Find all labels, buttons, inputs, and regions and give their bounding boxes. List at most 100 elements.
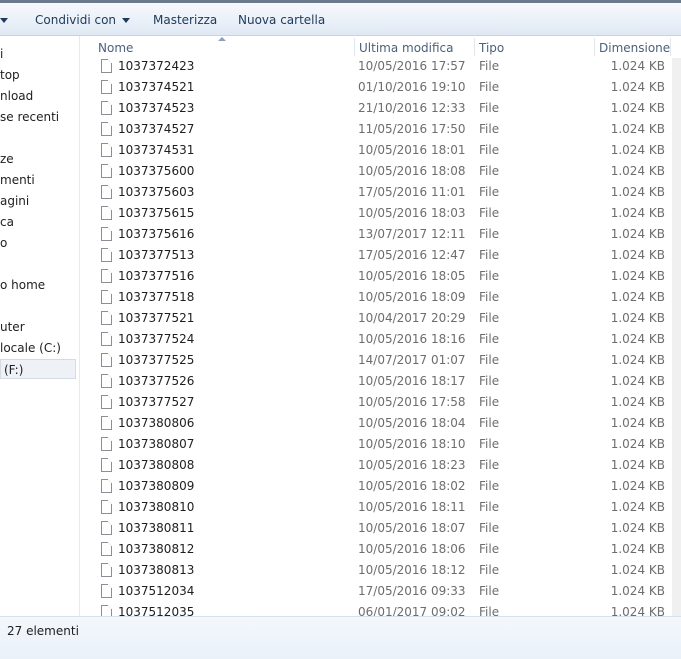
file-type: File (479, 563, 500, 577)
file-name: 1037375616 (118, 227, 195, 241)
file-type: File (479, 479, 500, 493)
command-bar: Condividi con Masterizza Nuova cartella (0, 0, 681, 36)
file-row[interactable]: 1037375616 13/07/2017 12:11 File 1.024 KB (80, 224, 681, 245)
file-size: 1.024 KB (610, 521, 665, 535)
file-icon (101, 563, 112, 577)
file-type: File (479, 101, 500, 115)
file-row[interactable]: 1037377518 10/05/2016 18:09 File 1.024 KB (80, 287, 681, 308)
file-modified: 11/05/2016 17:50 (358, 122, 466, 136)
file-row[interactable]: 1037375615 10/05/2016 18:03 File 1.024 KB (80, 203, 681, 224)
file-icon (101, 248, 112, 262)
file-row[interactable]: 1037512034 17/05/2016 09:33 File 1.024 KB (80, 581, 681, 602)
column-header-modified[interactable]: Ultima modifica (355, 36, 474, 58)
file-row[interactable]: 1037377513 17/05/2016 12:47 File 1.024 KB (80, 245, 681, 266)
file-icon (101, 584, 112, 598)
file-row[interactable]: 1037380808 10/05/2016 18:23 File 1.024 KB (80, 455, 681, 476)
file-row[interactable]: 1037380807 10/05/2016 18:10 File 1.024 KB (80, 434, 681, 455)
file-row[interactable]: 1037377526 10/05/2016 18:17 File 1.024 KB (80, 371, 681, 392)
nav-item[interactable]: agini (0, 191, 29, 211)
chevron-down-icon (122, 18, 131, 23)
file-modified: 10/05/2016 18:04 (358, 416, 466, 430)
file-type: File (479, 416, 500, 430)
file-row[interactable]: 1037377527 10/05/2016 17:58 File 1.024 KB (80, 392, 681, 413)
nav-item[interactable]: locale (C:) (0, 338, 61, 358)
share-label: Condividi con (35, 13, 117, 27)
nav-item[interactable]: o (0, 233, 7, 253)
file-modified: 10/05/2016 18:11 (358, 500, 466, 514)
nav-item[interactable]: se recenti (0, 107, 59, 127)
nav-item[interactable]: ze (0, 149, 14, 169)
file-size: 1.024 KB (610, 164, 665, 178)
column-header-name[interactable]: Nome (94, 36, 354, 58)
file-modified: 10/05/2016 18:10 (358, 437, 466, 451)
burn-button[interactable]: Masterizza (153, 11, 217, 29)
file-row[interactable]: 1037377521 10/04/2017 20:29 File 1.024 KB (80, 308, 681, 329)
nav-item[interactable]: (F:) (0, 359, 76, 379)
file-icon (101, 374, 112, 388)
file-icon (101, 101, 112, 115)
file-modified: 10/04/2017 20:29 (358, 311, 466, 325)
file-row[interactable]: 1037380806 10/05/2016 18:04 File 1.024 KB (80, 413, 681, 434)
file-name: 1037380813 (118, 563, 195, 577)
file-name: 1037380808 (118, 458, 195, 472)
file-row[interactable]: 1037377524 10/05/2016 18:16 File 1.024 KB (80, 329, 681, 350)
file-size: 1.024 KB (610, 143, 665, 157)
file-icon (101, 542, 112, 556)
file-row[interactable]: 1037380813 10/05/2016 18:12 File 1.024 KB (80, 560, 681, 581)
file-row[interactable]: 1037377525 14/07/2017 01:07 File 1.024 KB (80, 350, 681, 371)
file-size: 1.024 KB (610, 101, 665, 115)
share-button[interactable]: Condividi con (35, 11, 131, 29)
file-type: File (479, 374, 500, 388)
column-header-size[interactable]: Dimensione (595, 36, 675, 58)
column-header-type[interactable]: Tipo (475, 36, 594, 58)
file-size: 1.024 KB (610, 227, 665, 241)
file-size: 1.024 KB (610, 500, 665, 514)
organize-dropdown-button[interactable] (0, 11, 8, 29)
column-divider[interactable] (670, 38, 671, 56)
file-row[interactable]: 1037380810 10/05/2016 18:11 File 1.024 KB (80, 497, 681, 518)
nav-item[interactable]: ca (0, 212, 14, 232)
file-modified: 10/05/2016 17:58 (358, 395, 466, 409)
file-row[interactable]: 1037374521 01/10/2016 19:10 File 1.024 KB (80, 77, 681, 98)
file-row[interactable]: 1037374531 10/05/2016 18:01 File 1.024 KB (80, 140, 681, 161)
nav-item[interactable]: o home (0, 275, 45, 295)
nav-item[interactable]: nload (0, 86, 33, 106)
file-row[interactable]: 1037375600 10/05/2016 18:08 File 1.024 KB (80, 161, 681, 182)
file-row[interactable]: 1037380811 10/05/2016 18:07 File 1.024 KB (80, 518, 681, 539)
file-row[interactable]: 1037375603 17/05/2016 11:01 File 1.024 KB (80, 182, 681, 203)
file-size: 1.024 KB (610, 59, 665, 73)
file-size: 1.024 KB (610, 542, 665, 556)
file-row[interactable]: 1037377516 10/05/2016 18:05 File 1.024 KB (80, 266, 681, 287)
vertical-scrollbar[interactable] (672, 58, 681, 616)
file-type: File (479, 80, 500, 94)
file-icon (101, 311, 112, 325)
file-row[interactable]: 1037380809 10/05/2016 18:02 File 1.024 KB (80, 476, 681, 497)
file-row[interactable]: 1037374523 21/10/2016 12:33 File 1.024 KB (80, 98, 681, 119)
status-bar: 27 elementi (0, 616, 681, 659)
file-type: File (479, 458, 500, 472)
file-name: 1037377525 (118, 353, 195, 367)
file-type: File (479, 227, 500, 241)
file-row[interactable]: 1037380812 10/05/2016 18:06 File 1.024 KB (80, 539, 681, 560)
nav-item[interactable]: uter (0, 317, 25, 337)
file-modified: 10/05/2016 17:57 (358, 59, 466, 73)
file-row[interactable]: 1037512035 06/01/2017 09:02 File 1.024 KB (80, 602, 681, 616)
file-modified: 10/05/2016 18:23 (358, 458, 466, 472)
file-modified: 17/05/2016 09:33 (358, 584, 466, 598)
file-icon (101, 269, 112, 283)
nav-item[interactable]: menti (0, 170, 35, 190)
file-type: File (479, 59, 500, 73)
file-type: File (479, 521, 500, 535)
new-folder-button[interactable]: Nuova cartella (238, 11, 325, 29)
nav-item[interactable]: i (0, 44, 3, 64)
file-icon (101, 416, 112, 430)
file-row[interactable]: 1037372423 10/05/2016 17:57 File 1.024 KB (80, 56, 681, 77)
file-type: File (479, 605, 500, 616)
file-size: 1.024 KB (610, 353, 665, 367)
item-count: 27 elementi (7, 624, 79, 638)
nav-item[interactable]: top (0, 65, 20, 85)
file-name: 1037374521 (118, 80, 195, 94)
file-row[interactable]: 1037374527 11/05/2016 17:50 File 1.024 KB (80, 119, 681, 140)
file-modified: 21/10/2016 12:33 (358, 101, 466, 115)
file-size: 1.024 KB (610, 437, 665, 451)
